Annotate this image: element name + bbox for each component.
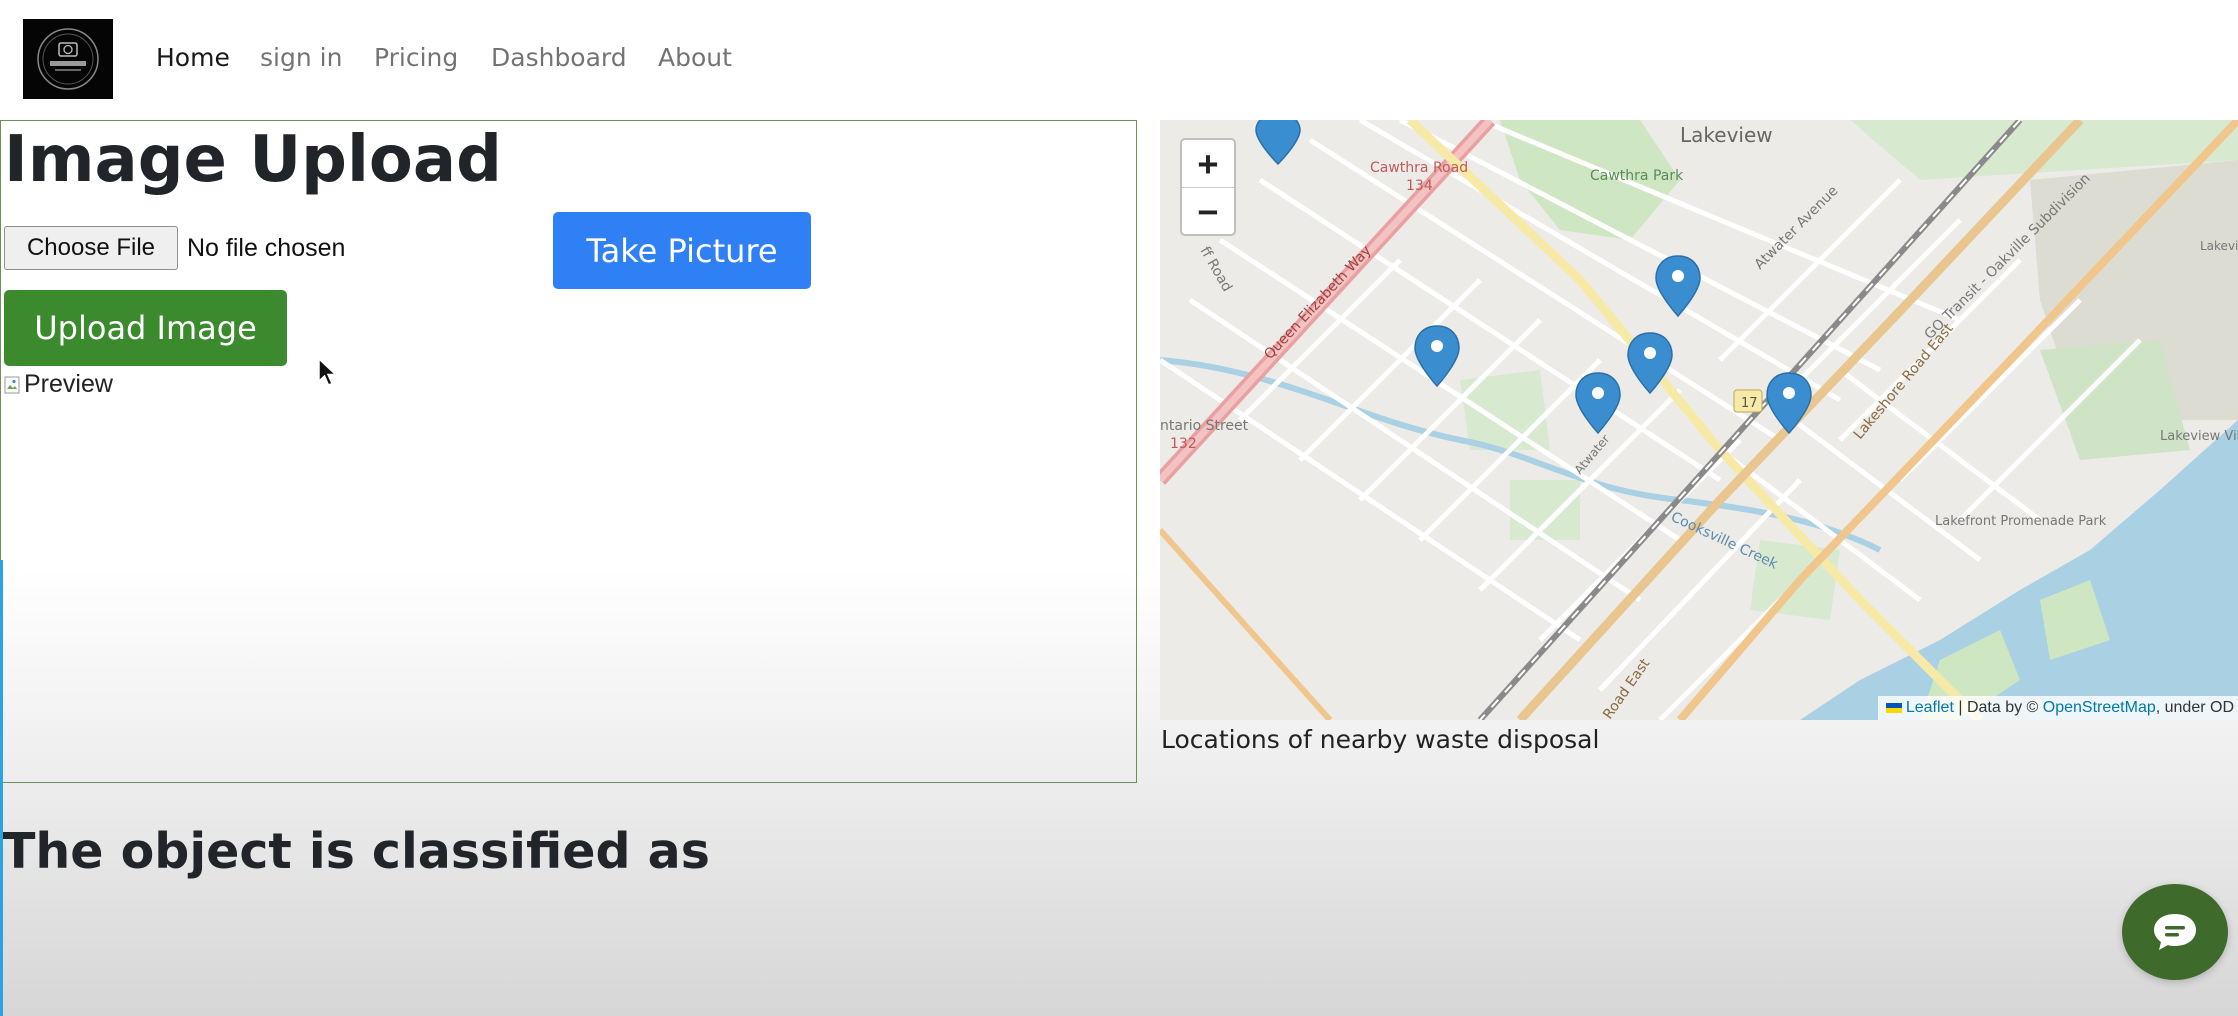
- attribution-separator: | Data by ©: [1953, 699, 2043, 716]
- nav-about[interactable]: About: [658, 40, 732, 76]
- leaflet-link[interactable]: Leaflet: [1906, 699, 1954, 717]
- preview-alt-text: Preview: [24, 370, 113, 398]
- zoom-control: + −: [1180, 138, 1236, 236]
- map-label-route-17: 17: [1741, 396, 1758, 411]
- take-picture-button[interactable]: Take Picture: [553, 212, 811, 289]
- map-caption: Locations of nearby waste disposal: [1161, 725, 1600, 754]
- ukraine-flag-icon: [1885, 703, 1902, 713]
- camera-logo-icon[interactable]: [23, 19, 113, 99]
- nav-home[interactable]: Home: [156, 40, 230, 76]
- mouse-cursor-icon: [318, 358, 338, 386]
- map-label-route-134: 134: [1406, 178, 1433, 194]
- zoom-out-button[interactable]: −: [1182, 188, 1234, 234]
- navbar: Home sign in Pricing Dashboard About: [0, 0, 2238, 118]
- map-label-cawthra-road: Cawthra Road: [1370, 160, 1468, 176]
- logo-emblem: [37, 28, 99, 90]
- osm-link[interactable]: OpenStreetMap: [2043, 699, 2156, 717]
- map[interactable]: Lakeview Cawthra Road 134 Cawthra Park A…: [1160, 120, 2238, 720]
- map-label-lakeview-village: Lakeview Village: [2160, 429, 2238, 444]
- preview-image: Preview: [4, 370, 113, 399]
- nav-dashboard[interactable]: Dashboard: [491, 40, 627, 76]
- zoom-in-button[interactable]: +: [1182, 140, 1234, 188]
- upload-title: Image Upload: [4, 123, 502, 197]
- choose-file-button[interactable]: Choose File: [4, 226, 178, 270]
- attribution-tail: , under OD: [2155, 699, 2234, 716]
- map-label-lakefront-park: Lakefront Promenade Park: [1935, 514, 2107, 529]
- file-status-text: No file chosen: [187, 234, 346, 262]
- map-label-lakeview: Lakeview: [1680, 123, 1773, 147]
- nav-sign-in[interactable]: sign in: [260, 40, 342, 76]
- nav-pricing[interactable]: Pricing: [374, 40, 458, 76]
- left-edge-accent: [0, 560, 3, 1016]
- broken-image-icon: [4, 376, 20, 393]
- upload-image-button[interactable]: Upload Image: [4, 290, 287, 366]
- chat-button[interactable]: [2122, 884, 2228, 980]
- map-label-ontario-street: ntario Street: [1160, 418, 1249, 434]
- chat-bubble-icon: [2154, 914, 2196, 950]
- map-label-cawthra-park: Cawthra Park: [1590, 168, 1684, 184]
- map-label-route-132: 132: [1170, 436, 1197, 452]
- map-attribution: Leaflet | Data by © OpenStreetMap , unde…: [1877, 696, 2238, 720]
- classification-heading: The object is classified as: [2, 823, 710, 880]
- map-label-lakeview-waste: Lakeview Wastewater Treatment Plant: [2200, 239, 2238, 253]
- map-tiles[interactable]: Lakeview Cawthra Road 134 Cawthra Park A…: [1160, 120, 2238, 720]
